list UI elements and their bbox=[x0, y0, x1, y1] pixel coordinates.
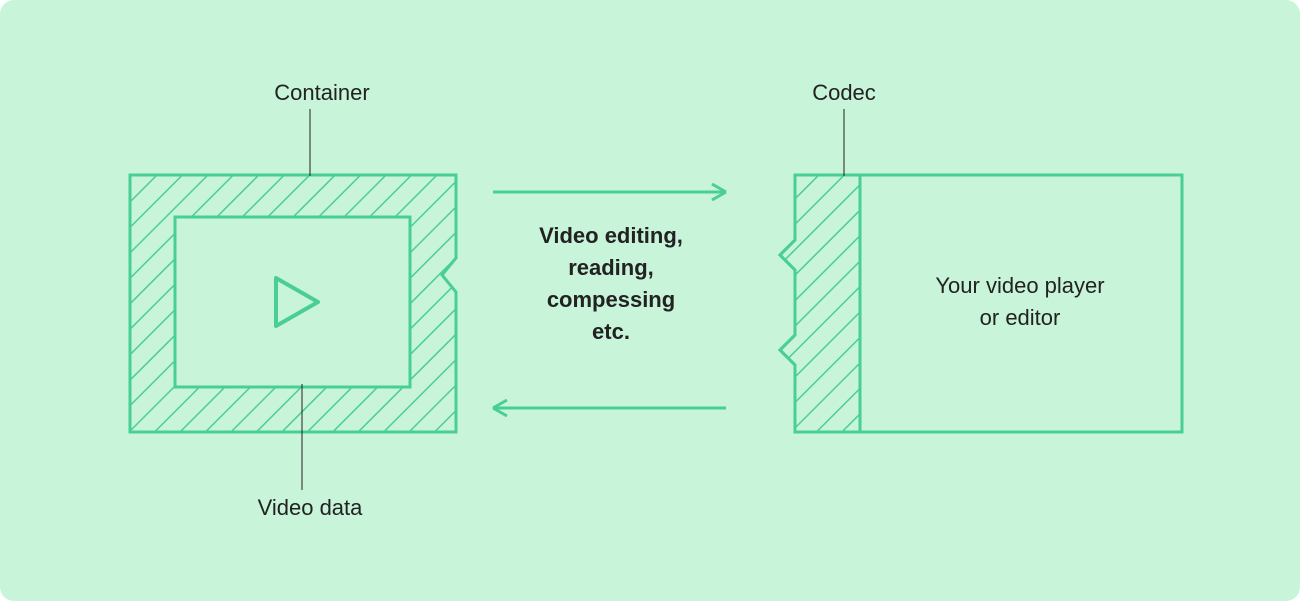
diagram-canvas: Container Codec Video data Video editing… bbox=[0, 0, 1300, 601]
video-data-box bbox=[175, 217, 410, 387]
arrow-right bbox=[493, 184, 726, 200]
arrow-left bbox=[493, 400, 726, 416]
diagram-svg bbox=[0, 0, 1300, 601]
container-box bbox=[130, 175, 456, 432]
codec-strip bbox=[780, 175, 860, 432]
player-box bbox=[780, 175, 1182, 432]
